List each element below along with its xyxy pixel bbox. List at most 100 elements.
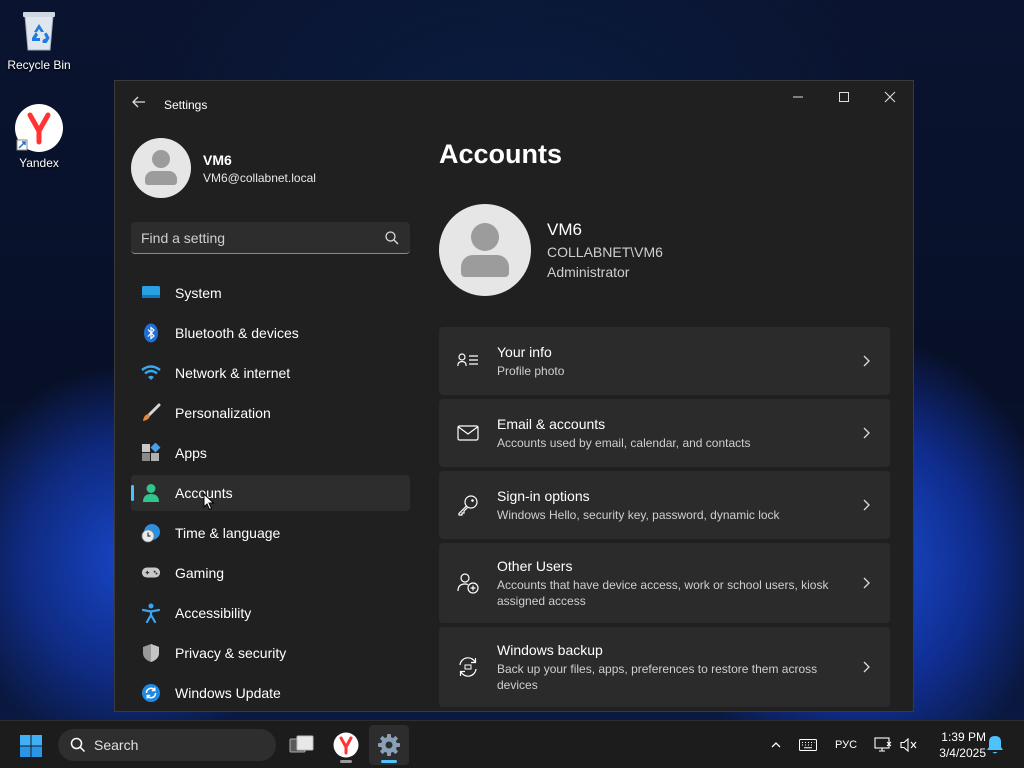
start-button[interactable] [20, 735, 42, 757]
card-title: Other Users [497, 557, 573, 574]
page-title: Accounts [439, 139, 563, 169]
card-windows-backup[interactable]: Windows backup Back up your files, apps,… [439, 627, 890, 707]
title-bar: Settings [115, 81, 913, 129]
bluetooth-icon [141, 323, 161, 343]
recycle-bin-icon [15, 6, 63, 54]
gear-icon [378, 734, 400, 756]
yandex-icon [15, 104, 63, 152]
task-view-button[interactable] [282, 725, 322, 765]
search-box[interactable] [131, 222, 410, 254]
card-sign-in-options[interactable]: Sign-in options Windows Hello, security … [439, 471, 890, 539]
profile-name: VM6 [203, 151, 232, 168]
wifi-icon [141, 363, 161, 383]
avatar [131, 138, 191, 198]
sidebar-item-apps[interactable]: Apps [131, 435, 410, 471]
notifications-button[interactable] [986, 735, 1006, 755]
minimize-button[interactable] [775, 81, 821, 113]
taskbar-settings-button[interactable] [369, 725, 409, 765]
chevron-right-icon [863, 661, 870, 673]
taskbar-search[interactable]: Search [58, 729, 276, 761]
apps-icon [141, 443, 161, 463]
sidebar-item-bluetooth[interactable]: Bluetooth & devices [131, 315, 410, 351]
taskbar-yandex-button[interactable] [326, 725, 366, 765]
chevron-right-icon [863, 577, 870, 589]
card-subtitle: Profile photo [497, 363, 565, 378]
add-user-icon [457, 572, 479, 594]
volume-muted-icon [900, 737, 917, 753]
card-subtitle: Accounts used by email, calendar, and co… [497, 435, 751, 450]
close-button[interactable] [867, 81, 913, 113]
search-icon [70, 737, 86, 753]
sidebar-item-label: Apps [175, 445, 207, 461]
key-icon [457, 494, 479, 516]
network-monitor-icon [874, 737, 892, 752]
sidebar-item-personalization[interactable]: Personalization [131, 395, 410, 431]
keyboard-icon [799, 739, 817, 751]
card-other-users[interactable]: Other Users Accounts that have device ac… [439, 543, 890, 623]
show-hidden-icons-button[interactable] [766, 721, 786, 768]
search-input[interactable] [141, 229, 384, 246]
clock-globe-icon [141, 523, 161, 543]
running-indicator [381, 760, 397, 763]
windows-logo-icon [20, 735, 42, 757]
clock-time: 1:39 PM [941, 730, 986, 744]
accounts-icon [141, 483, 161, 503]
sidebar-item-label: System [175, 285, 222, 301]
sidebar-item-label: Windows Update [175, 685, 281, 701]
clock-date: 3/4/2025 [939, 746, 986, 760]
desktop-icon-recycle-bin[interactable]: Recycle Bin [1, 6, 77, 72]
sidebar-item-network[interactable]: Network & internet [131, 355, 410, 391]
sidebar-item-label: Bluetooth & devices [175, 325, 299, 341]
desktop-icon-label: Yandex [19, 156, 59, 170]
sidebar-item-windows-update[interactable]: Windows Update [131, 675, 410, 711]
chevron-up-icon [771, 742, 781, 748]
touch-keyboard-button[interactable] [797, 721, 819, 768]
card-your-info[interactable]: Your info Profile photo [439, 327, 890, 395]
settings-window: Settings VM6 VM6@collabnet.local System … [114, 80, 914, 712]
card-subtitle: Back up your files, apps, preferences to… [497, 661, 818, 692]
desktop-icon-yandex[interactable]: Yandex [1, 104, 77, 170]
maximize-button[interactable] [821, 81, 867, 113]
taskbar-search-label: Search [94, 737, 139, 753]
yandex-icon [333, 732, 359, 758]
sidebar-item-accounts[interactable]: Accounts [131, 475, 410, 511]
sidebar-item-system[interactable]: System [131, 275, 410, 311]
backup-icon [457, 656, 479, 678]
sidebar-item-label: Gaming [175, 565, 225, 581]
volume-button[interactable] [899, 721, 919, 768]
task-view-icon [289, 735, 314, 753]
system-clock[interactable]: 1:39 PM 3/4/2025 [926, 729, 986, 761]
chevron-right-icon [863, 427, 870, 439]
shield-icon [141, 643, 161, 663]
window-title: Settings [164, 98, 208, 112]
card-email-accounts[interactable]: Email & accounts Accounts used by email,… [439, 399, 890, 467]
sidebar-item-label: Network & internet [175, 365, 291, 381]
network-button[interactable] [873, 721, 893, 768]
running-indicator [340, 760, 352, 763]
account-header: VM6 COLLABNET\VM6 Administrator [439, 204, 663, 296]
desktop-icon-label: Recycle Bin [7, 58, 71, 72]
card-subtitle: Accounts that have device access, work o… [497, 577, 829, 608]
sidebar-item-gaming[interactable]: Gaming [131, 555, 410, 591]
card-title: Your info [497, 343, 552, 360]
account-domain: COLLABNET\VM6 [547, 244, 663, 260]
sidebar-item-label: Accessibility [175, 605, 252, 621]
sidebar-item-label: Privacy & security [175, 645, 287, 661]
back-button[interactable] [129, 95, 149, 115]
search-icon [385, 230, 399, 244]
account-name: VM6 [547, 220, 582, 239]
input-language-button[interactable]: РУС [832, 721, 860, 768]
update-icon [141, 683, 161, 703]
sidebar-item-privacy-security[interactable]: Privacy & security [131, 635, 410, 671]
chevron-right-icon [863, 499, 870, 511]
avatar-large [439, 204, 531, 296]
sidebar-item-accessibility[interactable]: Accessibility [131, 595, 410, 631]
system-icon [141, 283, 161, 303]
settings-cards: Your info Profile photo Email & accounts… [439, 327, 890, 711]
profile-summary[interactable]: VM6 VM6@collabnet.local [131, 138, 316, 198]
sidebar-item-time-language[interactable]: Time & language [131, 515, 410, 551]
card-title: Sign-in options [497, 487, 590, 504]
sidebar-item-label: Personalization [175, 405, 271, 421]
user-info-icon [457, 350, 479, 372]
profile-email: VM6@collabnet.local [203, 170, 316, 185]
